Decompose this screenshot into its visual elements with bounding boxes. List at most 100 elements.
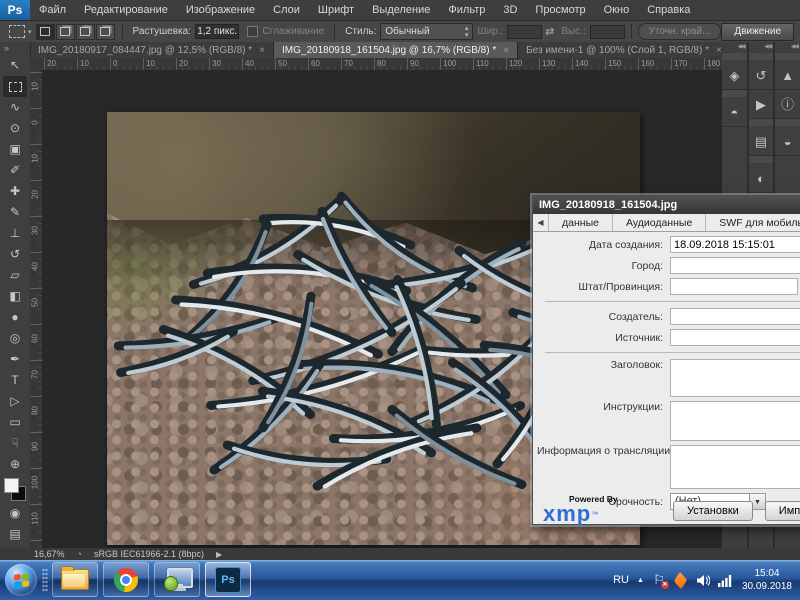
- feather-input[interactable]: 1,2 пикс.: [195, 24, 239, 39]
- date-created-input[interactable]: [670, 236, 800, 253]
- selection-mode-add[interactable]: [56, 24, 75, 40]
- foreground-color-swatch[interactable]: [4, 478, 19, 493]
- menu-item-2[interactable]: Редактирование: [75, 0, 177, 20]
- gradient-tool[interactable]: ◧: [3, 286, 27, 307]
- menu-item-10[interactable]: Окно: [595, 0, 639, 20]
- city-input[interactable]: [670, 257, 800, 274]
- dialog-tab-audio[interactable]: Аудиоданные: [613, 214, 706, 231]
- menu-item-4[interactable]: Слои: [264, 0, 309, 20]
- style-select[interactable]: Обычный ▴▾: [380, 23, 473, 40]
- document-tab-1[interactable]: IMG_20180917_084447.jpg @ 12,5% (RGB/8) …: [30, 42, 274, 58]
- current-tool-icon[interactable]: [9, 25, 25, 38]
- source-input[interactable]: [670, 329, 800, 346]
- selection-mode-intersect[interactable]: [96, 24, 115, 40]
- document-tab-3[interactable]: Без имени-1 @ 100% (Слой 1, RGB/8) *×: [518, 42, 731, 58]
- dialog-tab-swf[interactable]: SWF для мобильных устройств: [706, 214, 800, 231]
- dock-collapse-icon[interactable]: ◀◀: [749, 42, 774, 53]
- workspace-button[interactable]: Движение: [721, 23, 794, 41]
- width-input[interactable]: [507, 25, 542, 39]
- tab-close-icon[interactable]: ×: [259, 45, 265, 56]
- actions-panel-icon[interactable]: ▶: [749, 90, 774, 119]
- lasso-tool[interactable]: ∿: [3, 97, 27, 118]
- selection-mode-new[interactable]: [36, 24, 55, 40]
- zoom-level[interactable]: 16,67%: [34, 549, 65, 559]
- brush-tool[interactable]: ✎: [3, 202, 27, 223]
- start-button[interactable]: [5, 564, 37, 596]
- dock-collapse-icon[interactable]: ◀◀: [775, 42, 800, 53]
- rectangle-tool[interactable]: ▭: [3, 412, 27, 433]
- settings-button[interactable]: Установки: [673, 501, 753, 521]
- menu-item-3[interactable]: Изображение: [177, 0, 264, 20]
- menu-item-11[interactable]: Справка: [638, 0, 699, 20]
- menu-item-7[interactable]: Фильтр: [439, 0, 494, 20]
- crop-tool[interactable]: ▣: [3, 139, 27, 160]
- blur-tool[interactable]: ●: [3, 307, 27, 328]
- tab-close-icon[interactable]: ×: [503, 45, 509, 56]
- dialog-tab-data[interactable]: данные: [549, 214, 613, 231]
- timeline-panel-icon[interactable]: ▤: [749, 127, 774, 156]
- dialog-title[interactable]: IMG_20180918_161504.jpg: [533, 196, 800, 214]
- tool-preset-arrow-icon[interactable]: ▾: [28, 28, 32, 36]
- antivirus-icon[interactable]: [674, 573, 688, 587]
- layers-panel-icon[interactable]: ◈: [722, 61, 747, 90]
- quick-mask-button[interactable]: ◉: [3, 503, 27, 524]
- path-selection-tool[interactable]: ▷: [3, 391, 27, 412]
- menu-item-9[interactable]: Просмотр: [526, 0, 594, 20]
- menu-item-6[interactable]: Выделение: [363, 0, 439, 20]
- height-label: Выс.:: [561, 26, 585, 37]
- history-brush-tool[interactable]: ↺: [3, 244, 27, 265]
- pen-tool[interactable]: ✒: [3, 349, 27, 370]
- adjustments-panel-icon[interactable]: ▲: [775, 61, 800, 90]
- swap-width-height-icon[interactable]: ⇄: [545, 25, 554, 38]
- tab-close-icon[interactable]: ×: [716, 45, 722, 56]
- taskbar-photoshop-button[interactable]: Ps: [205, 562, 251, 597]
- taskbar-chrome-button[interactable]: [103, 562, 149, 597]
- menu-item-8[interactable]: 3D: [494, 0, 526, 20]
- 3d-panel-icon[interactable]: ◓: [722, 98, 747, 127]
- healing-brush-tool[interactable]: ✚: [3, 181, 27, 202]
- history-panel-icon[interactable]: ↺: [749, 61, 774, 90]
- instructions-textarea[interactable]: [670, 401, 800, 441]
- move-tool[interactable]: ↖: [3, 55, 27, 76]
- show-hidden-icons-icon[interactable]: ▲: [637, 577, 644, 584]
- state-input[interactable]: [670, 278, 798, 295]
- instructions-label: Инструкции:: [537, 401, 670, 413]
- tab-scroll-left-icon[interactable]: ◀: [533, 214, 549, 231]
- action-center-flag-icon[interactable]: ⚐ ✕: [652, 573, 666, 587]
- document-tab-2[interactable]: IMG_20180918_161504.jpg @ 16,7% (RGB/8) …: [274, 42, 518, 58]
- masks-panel-icon[interactable]: ◒: [775, 127, 800, 156]
- language-indicator[interactable]: RU: [613, 574, 629, 586]
- creator-input[interactable]: [670, 308, 800, 325]
- type-tool[interactable]: T: [3, 370, 27, 391]
- height-input[interactable]: [590, 25, 625, 39]
- dock-collapse-icon[interactable]: ◀◀: [722, 42, 747, 53]
- options-bar: ▾ Растушевка: 1,2 пикс. Сглаживание Стил…: [0, 21, 800, 43]
- menu-item-1[interactable]: Файл: [30, 0, 75, 20]
- import-button[interactable]: Импортировать...: [765, 501, 800, 521]
- clock[interactable]: 15:04 30.09.2018: [742, 567, 792, 593]
- antialias-checkbox[interactable]: [247, 26, 258, 37]
- screen-mode-button[interactable]: ▤: [3, 524, 27, 545]
- status-menu-arrow-icon[interactable]: ▶: [216, 550, 222, 559]
- info-panel-icon[interactable]: ⓘ: [775, 90, 800, 119]
- taskbar-media-viewer-button[interactable]: [154, 562, 200, 597]
- eraser-tool[interactable]: ▱: [3, 265, 27, 286]
- color-panel-icon[interactable]: ◐: [749, 164, 774, 193]
- taskbar-explorer-button[interactable]: [52, 562, 98, 597]
- dodge-tool[interactable]: ◎: [3, 328, 27, 349]
- tools-panel-collapse[interactable]: »: [0, 42, 30, 55]
- headline-textarea[interactable]: [670, 359, 800, 397]
- menu-item-5[interactable]: Шрифт: [309, 0, 363, 20]
- photoshop-logo[interactable]: Ps: [0, 0, 30, 20]
- network-icon[interactable]: [718, 573, 732, 587]
- refine-edge-button[interactable]: Уточн. край...: [638, 23, 722, 40]
- broadcast-info-textarea[interactable]: [670, 445, 800, 489]
- zoom-tool[interactable]: ⊕: [3, 454, 27, 475]
- eyedropper-tool[interactable]: ✐: [3, 160, 27, 181]
- hand-tool[interactable]: ☟: [3, 433, 27, 454]
- quick-selection-tool[interactable]: ⊙: [3, 118, 27, 139]
- clone-stamp-tool[interactable]: ⊥: [3, 223, 27, 244]
- volume-icon[interactable]: [696, 573, 710, 587]
- rectangular-marquee-tool[interactable]: [3, 76, 27, 97]
- selection-mode-subtract[interactable]: [76, 24, 95, 40]
